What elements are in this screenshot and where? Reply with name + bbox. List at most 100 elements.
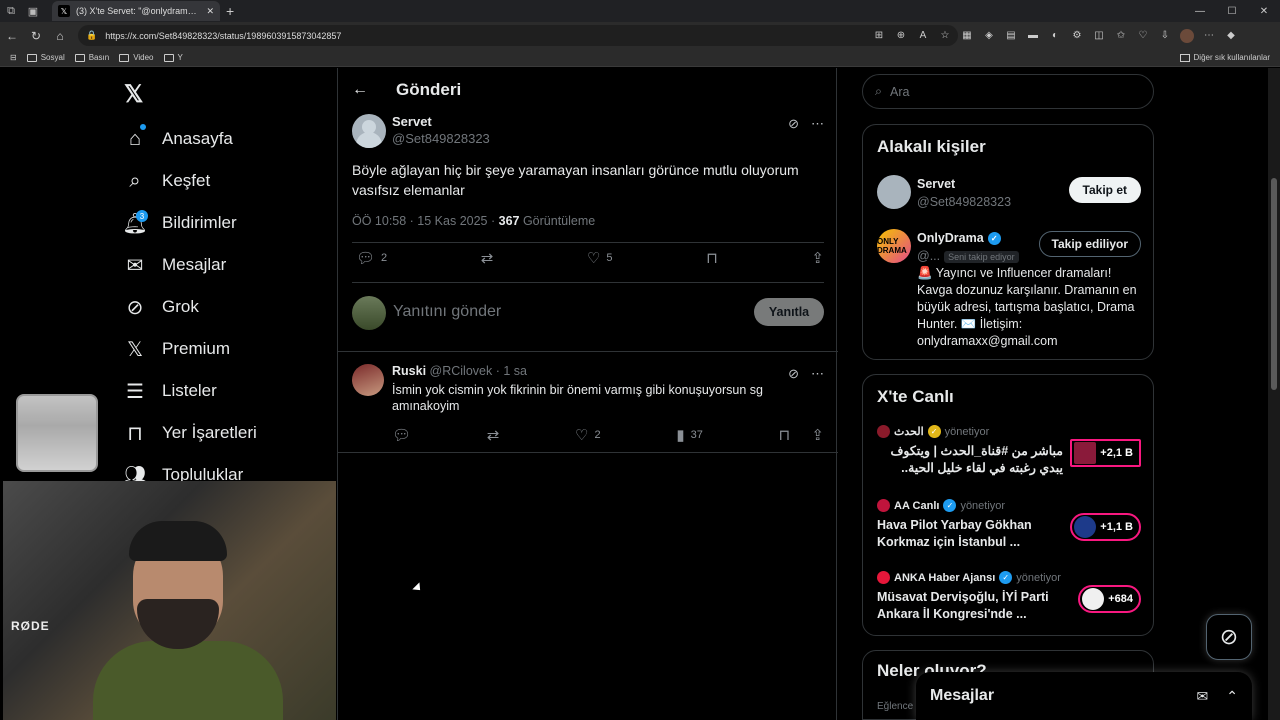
person-card[interactable]: ONLY DRAMA OnlyDrama ✓ @... Seni takip edi… bbox=[877, 229, 1141, 349]
tab-title: (3) X'te Servet: "@onlydramaX Bo bbox=[76, 6, 201, 16]
expand-icon[interactable]: ⌃ bbox=[1226, 688, 1238, 705]
main-nav: ⌂ Anasayfa ⌕ Keşfet 🔔︎ 3 Bildirimler ✉ Mesajl… bbox=[122, 118, 257, 496]
nav-item-premium[interactable]: 𝕏 Premium bbox=[124, 328, 257, 370]
back-icon[interactable]: ← bbox=[0, 29, 24, 43]
listener-count[interactable]: +684 bbox=[1078, 585, 1141, 613]
new-message-icon[interactable]: ✉ bbox=[1197, 688, 1209, 705]
zoom-icon[interactable]: ⊕ bbox=[894, 29, 908, 43]
read-aloud-icon[interactable]: A bbox=[916, 29, 930, 43]
nav-item-explore[interactable]: ⌕ Keşfet bbox=[124, 160, 257, 202]
other-bookmarks[interactable]: Diğer sık kullanılanlar bbox=[1179, 53, 1270, 62]
home-browser-icon[interactable]: ⌂ bbox=[48, 29, 72, 43]
reply-button[interactable]: 💬︎ 2 bbox=[356, 249, 387, 267]
microphone-brand: RØDE bbox=[11, 619, 50, 633]
browser-tab[interactable]: 𝕏 (3) X'te Servet: "@onlydramaX Bo ✕ bbox=[52, 1, 220, 21]
avatar bbox=[352, 296, 386, 330]
scrollbar[interactable] bbox=[1268, 68, 1280, 720]
bookmark-folder[interactable]: Basın bbox=[74, 53, 109, 62]
nav-item-notifications[interactable]: 🔔︎ 3 Bildirimler bbox=[122, 202, 257, 244]
bookmark-folder[interactable]: Y bbox=[163, 53, 183, 62]
divider bbox=[338, 452, 838, 453]
bookmark-folder[interactable]: Video bbox=[119, 53, 154, 62]
tab-actions-icon[interactable]: ▣ bbox=[22, 0, 44, 22]
profile-avatar[interactable] bbox=[1180, 28, 1194, 43]
bookmark-button[interactable]: ⊓ bbox=[706, 249, 718, 267]
post-top-actions: ⊘ ⋯ bbox=[788, 116, 824, 132]
post-text: Böyle ağlayan hiç bir şeye yaramayan ins… bbox=[352, 162, 799, 198]
host-avatar bbox=[1082, 588, 1105, 610]
scrollbar-thumb[interactable] bbox=[1271, 178, 1277, 390]
new-tab-icon[interactable]: + bbox=[226, 3, 234, 19]
nav-item-messages[interactable]: ✉ Mesajlar bbox=[124, 244, 257, 286]
extension-4-icon[interactable]: ▬ bbox=[1026, 29, 1040, 43]
person-card[interactable]: Servet @Set849828323 Takip et bbox=[877, 175, 1141, 215]
maximize-icon[interactable]: ☐ bbox=[1216, 0, 1248, 22]
reply-submit-button[interactable]: Yanıtla bbox=[754, 298, 824, 326]
listener-count[interactable]: +1,1 B bbox=[1070, 513, 1141, 541]
nav-item-lists[interactable]: ☰ Listeler bbox=[124, 370, 257, 412]
avatar[interactable]: ONLY DRAMA bbox=[877, 229, 911, 263]
favorites-icon[interactable]: ✩ bbox=[1114, 29, 1128, 43]
collections-icon[interactable]: ♡ bbox=[1136, 29, 1150, 43]
repost-button[interactable]: ⇄ bbox=[487, 426, 500, 444]
close-tab-icon[interactable]: ✕ bbox=[206, 6, 214, 17]
split-screen-icon[interactable]: ◫ bbox=[1092, 29, 1106, 43]
address-bar[interactable]: 🔒 https://x.com/Set849828323/status/1989… bbox=[78, 25, 958, 46]
like-button[interactable]: ♡ 5 bbox=[587, 249, 613, 267]
downloads-icon[interactable]: ⇩ bbox=[1158, 29, 1172, 43]
bookmarks-icon[interactable]: ⊟ bbox=[10, 53, 17, 62]
views-button[interactable]: ▮ 37 bbox=[676, 426, 703, 444]
search-input[interactable]: ⌕ Ara bbox=[862, 74, 1154, 109]
unread-dot bbox=[140, 124, 146, 130]
extension-6-icon[interactable]: ⚙ bbox=[1070, 29, 1084, 43]
live-item[interactable]: الحدث ✓ yönetiyor مباشر من #قناة_الحدث | و… bbox=[877, 425, 1141, 477]
bookmark-folder[interactable]: Sosyal bbox=[26, 53, 65, 62]
extension-3-icon[interactable]: ▤ bbox=[1004, 29, 1018, 43]
minimize-icon[interactable]: — bbox=[1184, 0, 1216, 22]
nav-item-bookmarks[interactable]: ⊓ Yer İşaretleri bbox=[124, 412, 257, 454]
share-button[interactable]: ⇪ bbox=[811, 249, 824, 267]
grok-icon[interactable]: ⊘ bbox=[788, 116, 799, 132]
close-window-icon[interactable]: ✕ bbox=[1248, 0, 1280, 22]
nav-item-grok[interactable]: ⊘ Grok bbox=[124, 286, 257, 328]
workspaces-icon[interactable]: ⧉ bbox=[0, 0, 22, 22]
avatar[interactable] bbox=[877, 175, 911, 209]
grok-fab-icon[interactable]: ⊘ bbox=[1206, 614, 1252, 660]
reply-post[interactable]: Ruski @RCilovek · 1 sa ⊘ ⋯ İsmin yok cis… bbox=[352, 364, 824, 444]
extension-1-icon[interactable]: ▦ bbox=[960, 29, 974, 43]
post-author[interactable]: Servet @Set849828323 bbox=[392, 114, 490, 146]
more-menu-icon[interactable]: ⋯ bbox=[1202, 29, 1216, 43]
host-avatar bbox=[877, 499, 890, 512]
messages-drawer[interactable]: Mesajlar ✉ ⌃ bbox=[916, 672, 1252, 720]
extension-2-icon[interactable]: ◈ bbox=[982, 29, 996, 43]
refresh-icon[interactable]: ↻ bbox=[24, 29, 48, 43]
back-arrow-icon[interactable]: ← bbox=[352, 81, 368, 99]
more-options-icon[interactable]: ⋯ bbox=[811, 116, 824, 132]
listener-count[interactable]: +2,1 B bbox=[1070, 439, 1141, 467]
page-title: Gönderi bbox=[396, 80, 462, 99]
live-item[interactable]: ANKA Haber Ajansı ✓ yönetiyor Müsavat Derv… bbox=[877, 571, 1141, 623]
extension-5-icon[interactable]: ◐ bbox=[1048, 29, 1062, 43]
reply-icon: 💬︎ bbox=[356, 250, 376, 267]
bookmark-icon[interactable]: ⊓ bbox=[779, 426, 791, 444]
like-button[interactable]: ♡ 2 bbox=[575, 426, 601, 444]
apps-icon[interactable]: ⊞ bbox=[872, 29, 886, 43]
share-icon[interactable]: ⇪ bbox=[811, 426, 824, 444]
avatar[interactable] bbox=[352, 364, 384, 396]
reply-button[interactable]: 💬︎ bbox=[392, 426, 411, 444]
follow-button[interactable]: Takip et bbox=[1068, 177, 1141, 203]
grok-icon[interactable]: ⊘ bbox=[788, 366, 799, 382]
live-item[interactable]: AA Canlı ✓ yönetiyor Hava Pilot Yarbay Gök… bbox=[877, 499, 1141, 551]
view-count[interactable]: 367 bbox=[499, 214, 520, 228]
reply-author[interactable]: Ruski @RCilovek · 1 sa bbox=[392, 364, 527, 378]
nav-item-home[interactable]: ⌂ Anasayfa bbox=[124, 118, 257, 160]
live-panel: X'te Canlı الحدث ✓ yönetiyor مباشر من #قنا… bbox=[862, 374, 1154, 636]
reply-input[interactable]: Yanıtını gönder bbox=[393, 303, 501, 321]
x-logo-icon[interactable]: 𝕏 bbox=[124, 80, 148, 108]
following-button[interactable]: Takip ediliyor bbox=[1038, 231, 1141, 257]
more-options-icon[interactable]: ⋯ bbox=[811, 366, 824, 382]
copilot-icon[interactable]: ◆ bbox=[1224, 29, 1238, 43]
favorite-star-icon[interactable]: ☆ bbox=[938, 29, 952, 43]
repost-button[interactable]: ⇄ bbox=[481, 249, 494, 267]
avatar[interactable] bbox=[352, 114, 386, 148]
